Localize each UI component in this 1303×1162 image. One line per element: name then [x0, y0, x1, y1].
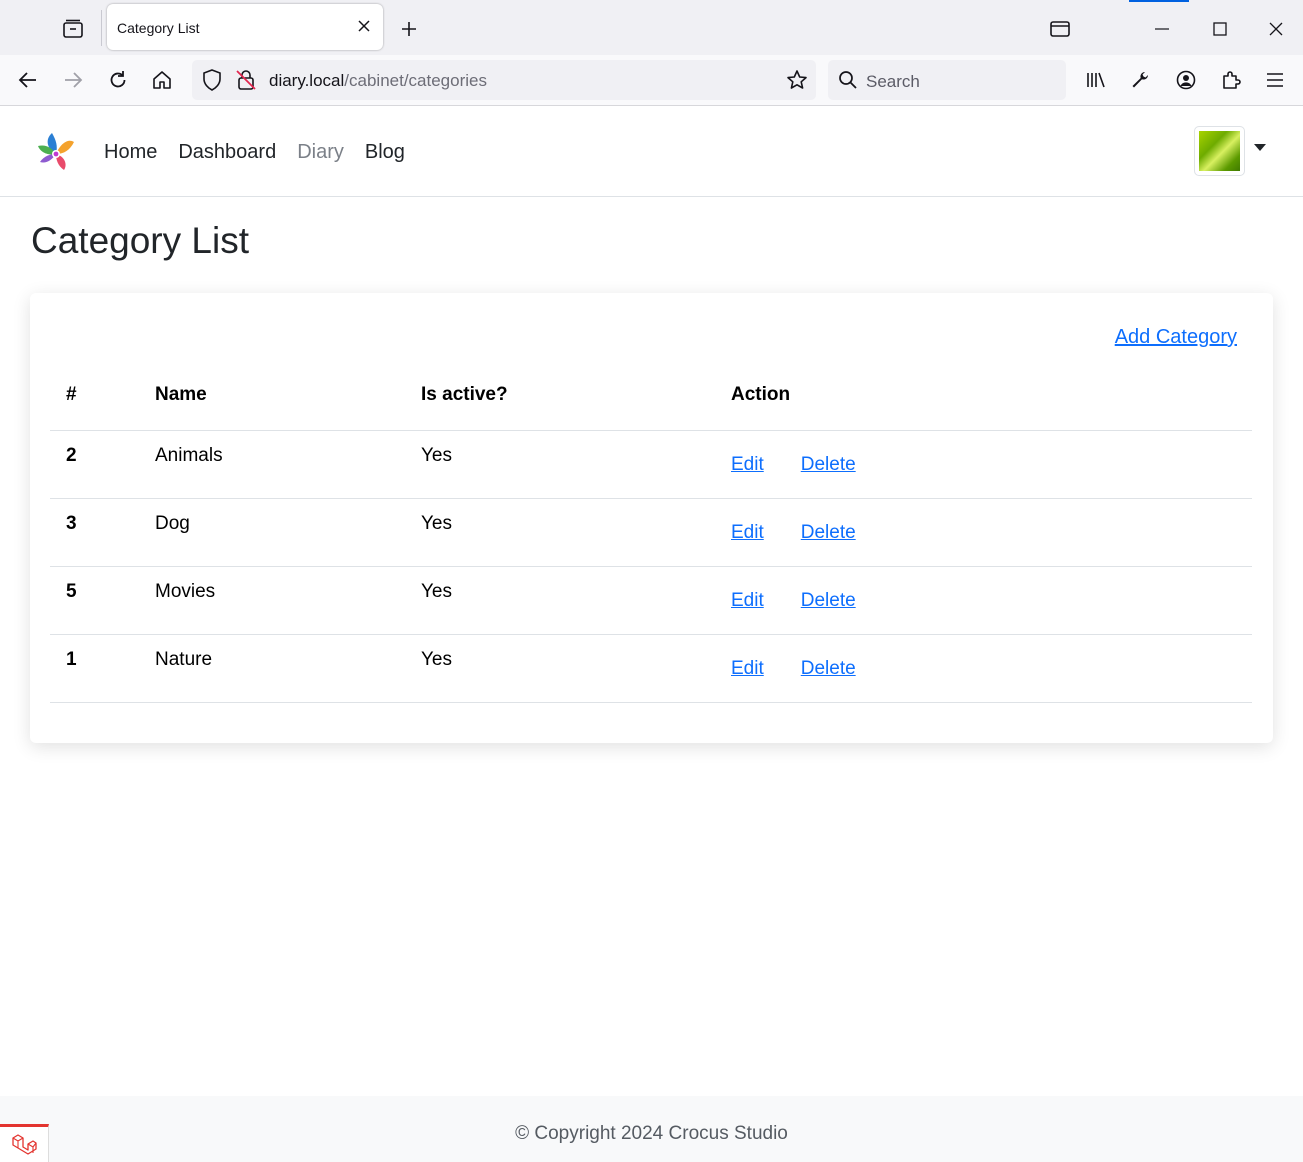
site-navbar: Home Dashboard Diary Blog [0, 106, 1303, 197]
extensions-icon[interactable] [1216, 65, 1246, 95]
browser-tab-bar: Category List [0, 0, 1303, 55]
row-actions: Edit Delete [715, 498, 1252, 567]
edit-link[interactable]: Edit [731, 590, 764, 612]
category-table: # Name Is active? Action 2 Animals Yes E… [50, 384, 1252, 703]
url-text: diary.local/cabinet/categories [269, 71, 487, 91]
table-row: 3 Dog Yes Edit Delete [50, 498, 1252, 567]
page-title: Category List [31, 220, 249, 261]
main-nav-links: Home Dashboard Diary Blog [104, 141, 426, 164]
user-avatar[interactable] [1194, 126, 1245, 176]
row-name: Dog [139, 498, 405, 567]
back-icon[interactable] [13, 65, 43, 95]
row-active: Yes [405, 430, 715, 499]
account-icon[interactable] [1171, 65, 1201, 95]
row-name: Animals [139, 430, 405, 499]
table-header-row: # Name Is active? Action [50, 384, 1252, 431]
new-tab-icon[interactable] [396, 16, 422, 42]
delete-link[interactable]: Delete [801, 590, 856, 612]
edit-link[interactable]: Edit [731, 522, 764, 544]
forward-icon[interactable] [58, 65, 88, 95]
column-header-id: # [50, 384, 139, 431]
edit-link[interactable]: Edit [731, 454, 764, 476]
site-footer: © Copyright 2024 Crocus Studio [0, 1096, 1303, 1162]
table-row: 2 Animals Yes Edit Delete [50, 430, 1252, 499]
row-name: Movies [139, 566, 405, 635]
table-row: 1 Nature Yes Edit Delete [50, 634, 1252, 703]
edit-link[interactable]: Edit [731, 658, 764, 680]
column-header-active: Is active? [405, 384, 715, 431]
crocus-logo-icon[interactable] [34, 130, 78, 174]
column-header-action: Action [715, 384, 1252, 431]
table-row: 5 Movies Yes Edit Delete [50, 566, 1252, 635]
search-placeholder: Search [866, 72, 920, 91]
user-menu-caret-icon[interactable] [1254, 144, 1266, 151]
laravel-debugbar-icon[interactable] [0, 1124, 49, 1162]
column-header-name: Name [139, 384, 405, 431]
row-id: 1 [50, 634, 139, 703]
row-id: 2 [50, 430, 139, 499]
reload-icon[interactable] [103, 65, 133, 95]
avatar-image [1199, 131, 1240, 171]
tab-close-icon[interactable] [355, 17, 373, 35]
tab-list-icon[interactable] [58, 14, 88, 44]
row-active: Yes [405, 634, 715, 703]
row-id: 3 [50, 498, 139, 567]
nav-link-blog[interactable]: Blog [365, 141, 405, 164]
search-icon [838, 70, 858, 95]
row-active: Yes [405, 566, 715, 635]
search-bar[interactable]: Search [828, 60, 1066, 100]
shield-icon[interactable] [202, 69, 222, 96]
library-icon[interactable] [1081, 65, 1111, 95]
url-path: /cabinet/categories [344, 71, 487, 90]
minimize-icon[interactable] [1147, 14, 1177, 44]
delete-link[interactable]: Delete [801, 454, 856, 476]
row-actions: Edit Delete [715, 566, 1252, 635]
category-card: Add Category # Name Is active? Action 2 … [30, 293, 1273, 743]
browser-tab-active[interactable]: Category List [107, 4, 383, 50]
menu-icon[interactable] [1260, 65, 1290, 95]
browser-toolbar: diary.local/cabinet/categories Search [0, 55, 1303, 106]
row-actions: Edit Delete [715, 634, 1252, 703]
insecure-lock-icon[interactable] [236, 69, 256, 96]
row-active: Yes [405, 498, 715, 567]
delete-link[interactable]: Delete [801, 658, 856, 680]
window-view-icon[interactable] [1045, 14, 1075, 44]
home-icon[interactable] [147, 65, 177, 95]
url-host: diary.local [269, 71, 345, 90]
delete-link[interactable]: Delete [801, 522, 856, 544]
add-category-link[interactable]: Add Category [1115, 326, 1237, 349]
window-accent-line [1129, 0, 1189, 2]
footer-copyright: © Copyright 2024 Crocus Studio [515, 1123, 788, 1144]
window-close-icon[interactable] [1261, 14, 1291, 44]
nav-link-dashboard[interactable]: Dashboard [178, 141, 276, 164]
nav-link-diary[interactable]: Diary [297, 141, 344, 164]
wrench-icon[interactable] [1125, 65, 1155, 95]
maximize-icon[interactable] [1205, 14, 1235, 44]
tab-title: Category List [117, 20, 200, 36]
address-bar[interactable]: diary.local/cabinet/categories [192, 60, 816, 100]
bookmark-star-icon[interactable] [786, 69, 808, 96]
row-actions: Edit Delete [715, 430, 1252, 499]
nav-link-home[interactable]: Home [104, 141, 157, 164]
row-name: Nature [139, 634, 405, 703]
tab-separator [101, 10, 102, 46]
row-id: 5 [50, 566, 139, 635]
